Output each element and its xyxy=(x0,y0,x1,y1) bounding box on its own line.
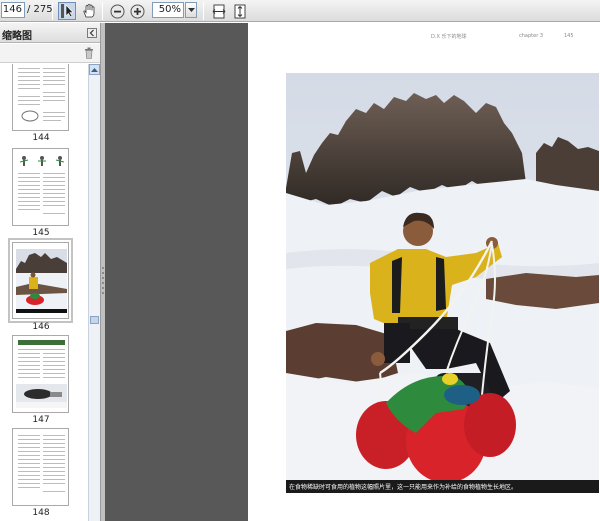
thumbnail-figure xyxy=(19,156,65,166)
thumbnail-panel-title: 缩略图 xyxy=(2,31,32,42)
scrollbar-thumb[interactable] xyxy=(90,316,99,324)
thumbnail-photo xyxy=(13,243,68,318)
panel-options-button[interactable] xyxy=(87,28,97,38)
thumbnail-label: 148 xyxy=(32,508,50,518)
thumbnail-scrollbar[interactable] xyxy=(88,64,100,521)
page-number-input[interactable]: 146 xyxy=(1,2,25,18)
thumbnail-list: 144 145 146 147 148 xyxy=(0,64,88,521)
select-tool-button[interactable] xyxy=(58,2,76,20)
document-page: D.X 乐下的地球 chapter 3 145 在食物稀缺时可食用的植物这幅照片… xyxy=(248,23,600,521)
select-tool-icon xyxy=(61,4,73,18)
zoom-out-button[interactable] xyxy=(108,2,126,20)
thumbnail-panel-header: 缩略图 xyxy=(0,23,100,43)
fit-page-icon xyxy=(234,4,246,18)
thumbnail-page-146[interactable] xyxy=(8,238,73,323)
toolbar: 146 / 275 50% xyxy=(0,0,600,22)
thumbnail-page-144[interactable] xyxy=(12,64,69,131)
zoom-in-button[interactable] xyxy=(128,2,146,20)
thumbnail-label: 146 xyxy=(32,322,50,332)
fit-page-button[interactable] xyxy=(231,2,249,20)
thumbnail-page-148[interactable] xyxy=(12,428,69,506)
zoom-in-icon xyxy=(130,4,144,18)
photo-caption-bar: 在食物稀缺时可食用的植物这幅照片里，这一只能用来作为补给的食物植物生长地区。 xyxy=(286,480,599,493)
thumbnail-label: 144 xyxy=(32,133,50,143)
hand-tool-button[interactable] xyxy=(80,2,98,20)
scroll-up-button[interactable] xyxy=(89,64,100,75)
thumbnail-page-147[interactable] xyxy=(12,335,69,413)
zoom-level-input[interactable]: 50% xyxy=(152,2,184,18)
document-view[interactable]: D.X 乐下的地球 chapter 3 145 在食物稀缺时可食用的植物这幅照片… xyxy=(105,23,600,521)
thumbnail-label: 147 xyxy=(32,415,50,425)
chevron-down-icon xyxy=(187,7,195,12)
hand-tool-icon xyxy=(83,4,95,18)
page-total-label: / 275 xyxy=(27,4,53,15)
toolbar-separator xyxy=(203,2,204,20)
thumbnail-figure xyxy=(21,110,39,122)
thumbnail-panel-toolbar xyxy=(0,44,100,63)
chevron-up-icon xyxy=(91,68,98,72)
survival-photo xyxy=(286,73,599,493)
toolbar-separator xyxy=(52,2,53,20)
thumbnail-panel: 缩略图 144 145 146 147 148 xyxy=(0,23,101,521)
thumbnail-page-145[interactable] xyxy=(12,148,69,226)
zoom-dropdown-button[interactable] xyxy=(185,2,197,18)
photo-caption: 在食物稀缺时可食用的植物这幅照片里，这一只能用来作为补给的食物植物生长地区。 xyxy=(289,484,518,491)
fit-width-button[interactable] xyxy=(210,2,228,20)
thumbnail-heading-bar xyxy=(18,340,65,345)
trash-icon[interactable] xyxy=(84,47,94,59)
running-header-title: D.X 乐下的地球 xyxy=(431,34,467,40)
running-header-chapter: chapter 3 xyxy=(519,33,544,39)
toolbar-separator xyxy=(102,2,103,20)
running-header-page: 145 xyxy=(564,33,574,39)
zoom-out-icon xyxy=(110,4,124,18)
fit-width-icon xyxy=(212,4,226,18)
thumbnail-figure xyxy=(16,384,67,408)
chevron-left-icon xyxy=(89,29,94,37)
thumbnail-label: 145 xyxy=(32,228,50,238)
